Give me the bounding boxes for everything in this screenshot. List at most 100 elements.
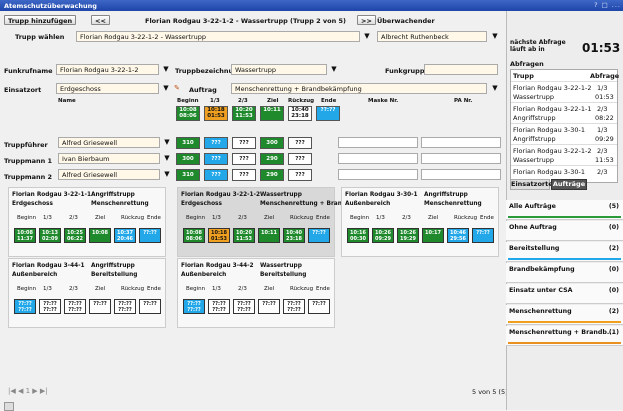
member-2-maske[interactable] [338,153,418,164]
member-3-maske[interactable] [338,169,418,180]
col-13: 1/3 [210,98,220,104]
card-time-c13: ??:????:?? [39,299,61,314]
member-1-c23[interactable]: ??? [232,137,256,149]
troop-card[interactable]: Florian Rodgau 3-44-1 Angriffstrupp Auße… [8,258,166,328]
query-row[interactable]: Florian Rodgau 3-22-1-2 Wassertrupp 1/3 … [511,81,617,101]
troop-card[interactable]: Florian Rodgau 3-30-1 Angriffstrupp Auße… [341,187,499,257]
card-time-beginn: ??:????:?? [14,299,36,314]
window-controls[interactable]: ? □ ... [594,1,621,9]
member-1-maske[interactable] [338,137,418,148]
pager-nav-icons[interactable]: |◀ ◀ 1 ▶ ▶| [8,387,48,395]
group-color-bar [508,279,621,281]
col-maske: Maske Nr. [368,98,399,104]
order-group[interactable]: Alle Aufträge (5) [506,200,623,220]
query-row[interactable]: Florian Rodgau 3-22-1-1 Angriffstrupp 2/… [511,102,617,122]
card-time-beginn: ??:????:?? [183,299,205,314]
time-ziel: 10:11 [260,106,284,121]
truppbez-dropdown-icon[interactable]: ▼ [329,64,339,75]
card-ort: Erdgeschoss [181,201,222,207]
order-group[interactable]: Bereitstellung (2) [506,242,623,262]
auftrag-dropdown-icon[interactable]: ▼ [490,83,500,94]
card-time-ziel: 10:08 [89,228,111,243]
order-group[interactable]: Brandbekämpfung (0) [506,263,623,283]
order-group[interactable]: Ohne Auftrag (0) [506,221,623,241]
troop-select[interactable]: Florian Rodgau 3-22-1-2 - Wassertrupp [76,31,360,42]
troop-select-dropdown-icon[interactable]: ▼ [362,31,372,42]
card-col-rueckzug: Rückzug [121,215,145,221]
query-row[interactable]: Florian Rodgau 3-30-1 Angriffstrupp 1/3 … [511,123,617,143]
member-name-2[interactable]: Ivan Bierbaum [58,153,160,164]
order-group[interactable]: Menschenrettung (2) [506,305,623,325]
einsatzort-input[interactable]: Erdgeschoss [56,83,159,94]
group-color-bar [508,237,621,239]
card-time-c23: 10:26 19:29 [397,228,419,243]
time-rueckzug: 10:40 23:18 [288,106,312,121]
truppbez-input[interactable]: Wassertrupp [231,64,327,75]
troop-card[interactable]: Florian Rodgau 3-22-1-2 Wassertrupp Erdg… [177,187,348,257]
query-row[interactable]: Florian Rodgau 3-22-1-2 Wassertrupp 2/3 … [511,144,617,164]
troop-card[interactable]: Florian Rodgau 3-44-2 Wassertrupp Außenb… [177,258,335,328]
member-3-pa[interactable] [421,169,501,180]
troop-card[interactable]: Florian Rodgau 3-22-1-1 Angriffstrupp Er… [8,187,166,257]
card-time-ende: ??:?? [308,299,330,314]
member-1-dropdown-icon[interactable]: ▼ [162,137,172,148]
member-1-rueckzug[interactable]: ??? [288,137,312,149]
member-3-value[interactable]: 310 [176,169,200,181]
tab-einsatzorte[interactable]: Einsatzorte [510,179,553,190]
card-time-ziel: 10:17 [422,228,444,243]
query-type: Wassertrupp [513,93,555,101]
card-name: Florian Rodgau 3-44-2 [181,263,254,269]
current-troop-label: Florian Rodgau 3-22-1-2 - Wassertrupp (T… [145,17,346,25]
group-color-bar [508,342,621,344]
card-time-rueckzug: ??:????:?? [283,299,305,314]
member-3-rueckzug[interactable]: ??? [288,169,312,181]
card-col-c13: 1/3 [376,215,385,221]
monitor-select[interactable]: Albrecht Ruthenbeck [377,31,487,42]
member-name-1[interactable]: Alfred Griesewell [58,137,160,148]
einsatzort-dropdown-icon[interactable]: ▼ [161,83,171,94]
monitor-label: Überwachender [377,17,435,25]
add-troop-button[interactable]: Trupp hinzufügen [4,15,77,25]
card-auftrag: Bereitstellung [260,272,307,278]
member-3-dropdown-icon[interactable]: ▼ [162,169,172,180]
order-group[interactable]: Menschenrettung + Brandb... (1) [506,326,623,346]
time-ende: ??:?? [316,106,340,121]
member-1-pa[interactable] [421,137,501,148]
order-group[interactable]: Einsatz unter CSA (0) [506,284,623,304]
card-col-rueckzug: Rückzug [290,286,314,292]
member-2-value[interactable]: 300 [176,153,200,165]
card-type: Angriffstrupp [91,192,135,198]
member-1-ziel[interactable]: 300 [260,137,284,149]
member-2-c23[interactable]: ??? [232,153,256,165]
member-3-ziel[interactable]: 290 [260,169,284,181]
member-2-c13[interactable]: ??? [204,153,228,165]
next-troop-button[interactable]: >> [357,15,376,25]
funkrufname-input[interactable]: Florian Rodgau 3-22-1-2 [56,64,159,75]
member-1-c13[interactable]: ??? [204,137,228,149]
queries-title: Abfragen [510,60,544,68]
group-label: Menschenrettung [509,308,572,315]
member-2-dropdown-icon[interactable]: ▼ [162,153,172,164]
auftrag-input[interactable]: Menschenrettung + Brandbekämpfung [231,83,487,94]
card-time-c23: ??:????:?? [233,299,255,314]
card-auftrag: Menschenrettung [91,201,149,207]
member-2-pa[interactable] [421,153,501,164]
query-trupp: Florian Rodgau 3-22-1-2 [513,84,592,92]
member-1-value[interactable]: 310 [176,137,200,149]
tab-auftraege[interactable]: Aufträge [551,179,587,190]
queries-col-trupp: Trupp [513,72,534,80]
member-3-c23[interactable]: ??? [232,169,256,181]
prev-troop-button[interactable]: << [91,15,110,25]
monitor-dropdown-icon[interactable]: ▼ [490,31,500,42]
card-col-c23: 2/3 [69,215,78,221]
funkgruppe-input[interactable] [424,64,498,75]
member-name-3[interactable]: Alfred Griesewell [58,169,160,180]
query-type: Wassertrupp [513,156,555,164]
member-2-ziel[interactable]: 290 [260,153,284,165]
card-col-ziel: Ziel [264,286,275,292]
card-col-c23: 2/3 [402,215,411,221]
member-2-rueckzug[interactable]: ??? [288,153,312,165]
card-type: Wassertrupp [260,192,302,198]
funkrufname-dropdown-icon[interactable]: ▼ [161,64,171,75]
member-3-c13[interactable]: ??? [204,169,228,181]
